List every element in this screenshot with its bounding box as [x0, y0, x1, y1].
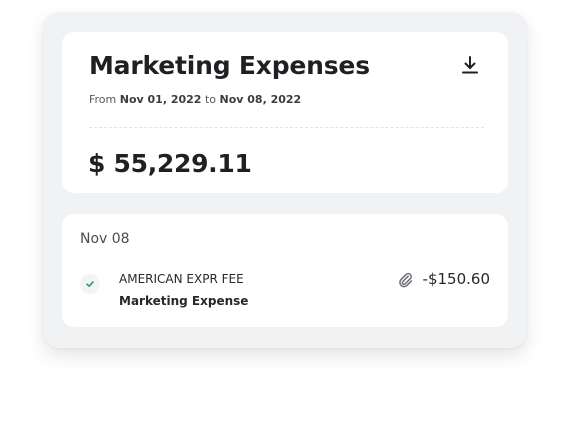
date-range: From Nov 01, 2022 to Nov 08, 2022: [89, 93, 301, 106]
transaction-merchant: AMERICAN EXPR FEE: [119, 272, 244, 286]
transaction-group-date: Nov 08: [80, 231, 130, 247]
check-icon: [80, 274, 100, 294]
date-range-prefix: From: [89, 93, 117, 106]
transaction-row[interactable]: AMERICAN EXPR FEE Marketing Expense -$15…: [62, 262, 508, 312]
report-summary-card: Marketing Expenses From Nov 01, 2022 to …: [62, 32, 508, 193]
date-range-joiner: to: [204, 93, 217, 106]
dashed-divider: [89, 127, 484, 128]
expense-report-panel: Marketing Expenses From Nov 01, 2022 to …: [43, 12, 527, 348]
report-title: Marketing Expenses: [89, 51, 370, 80]
download-icon: [462, 56, 478, 74]
transaction-category: Marketing Expense: [119, 294, 249, 308]
date-range-start: Nov 01, 2022: [119, 93, 202, 106]
transaction-amount: -$150.60: [422, 270, 490, 288]
download-button[interactable]: [459, 54, 481, 76]
transactions-card: Nov 08 AMERICAN EXPR FEE Marketing Expen…: [62, 214, 508, 327]
date-range-end: Nov 08, 2022: [219, 93, 302, 106]
paperclip-icon[interactable]: [396, 270, 414, 288]
total-amount: $ 55,229.11: [88, 149, 252, 178]
